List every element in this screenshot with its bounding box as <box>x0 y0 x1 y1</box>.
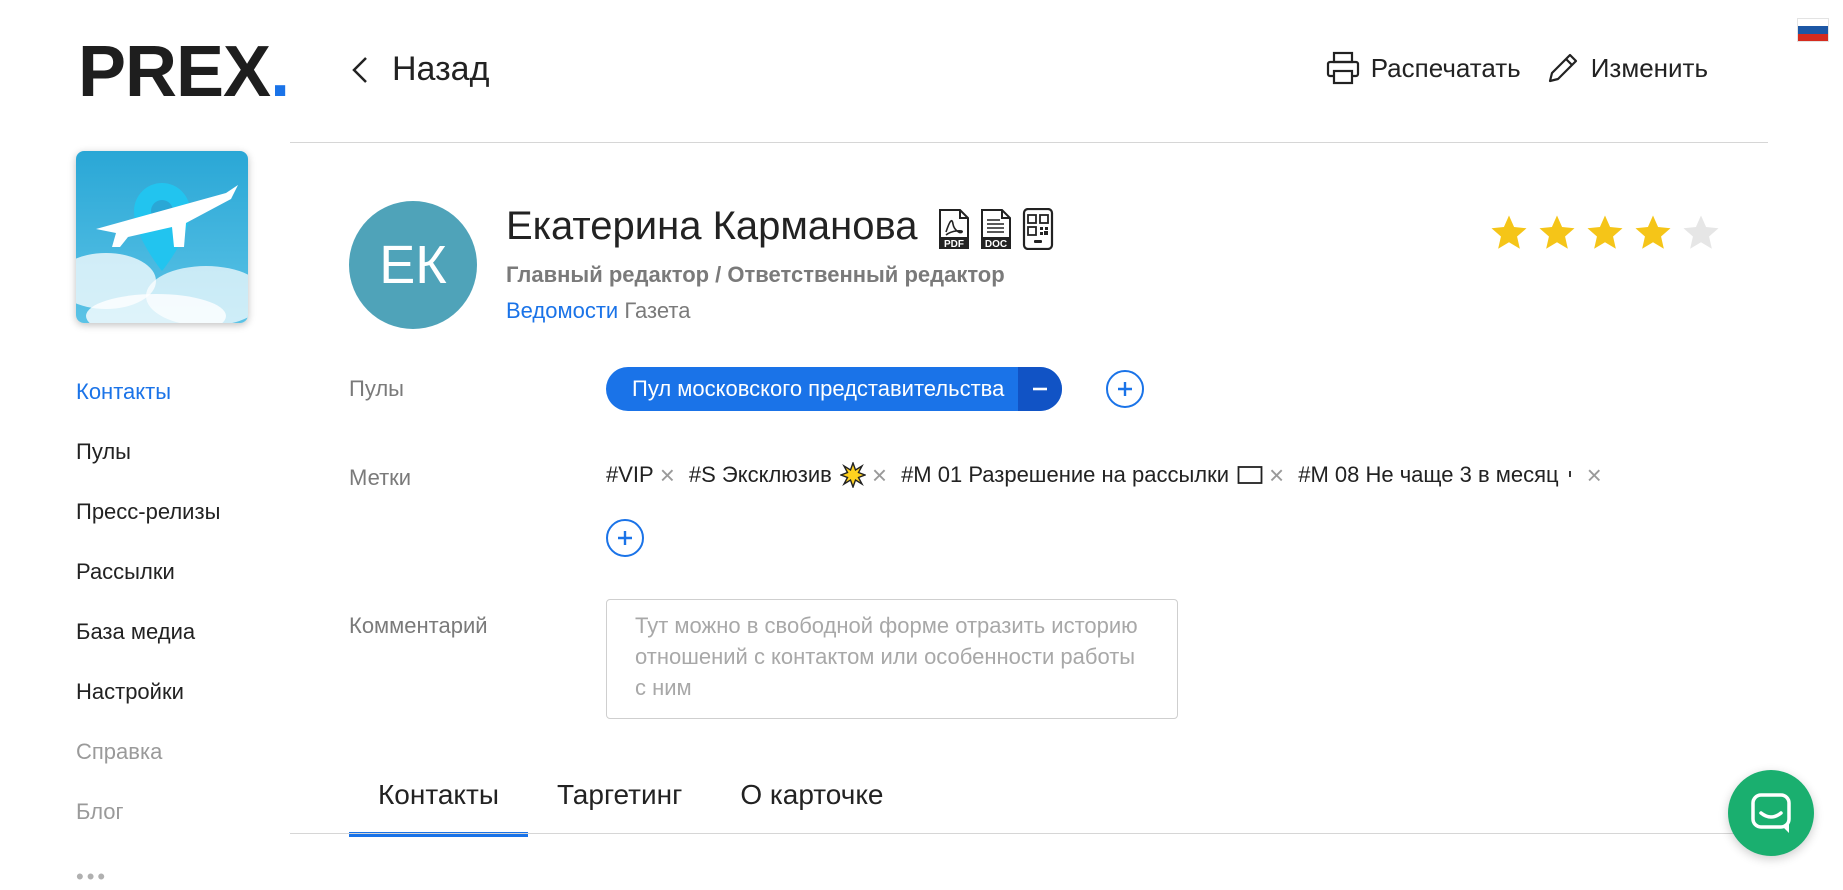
tag-label: #VIP <box>606 462 654 487</box>
print-label: Распечатать <box>1370 52 1521 83</box>
pool-chip[interactable]: Пул московского представительства <box>606 367 1063 411</box>
chat-button[interactable] <box>1728 770 1814 856</box>
back-label: Назад <box>392 50 490 88</box>
sidebar-item-media-base[interactable]: База медиа <box>76 614 296 674</box>
export-icons: PDF DOC <box>938 208 1054 250</box>
envelope-icon <box>1237 465 1263 485</box>
edit-button[interactable]: Изменить <box>1545 50 1708 86</box>
contact-position: Главный редактор / Ответственный редакто… <box>506 262 1005 287</box>
explosion-icon <box>839 462 866 488</box>
avatar: ЕК <box>349 201 477 329</box>
tags-list: #VIP × #S Эксклюзив × #M 01 Разрешение н… <box>606 462 1696 488</box>
sidebar-item-contacts[interactable]: Контакты <box>76 374 296 434</box>
remove-tag-icon[interactable]: × <box>660 462 675 488</box>
comment-label: Комментарий <box>349 613 488 638</box>
remove-tag-icon[interactable]: × <box>872 462 887 488</box>
tags-label: Метки <box>349 465 412 490</box>
remove-tag-icon[interactable]: × <box>1269 462 1284 488</box>
doc-icon[interactable]: DOC <box>980 208 1012 250</box>
more-menu-button[interactable]: ••• <box>76 864 108 890</box>
tab-targeting[interactable]: Таргетинг <box>528 775 711 831</box>
pools-label: Пулы <box>349 376 404 401</box>
star-icon[interactable] <box>1632 212 1674 254</box>
rating-stars <box>1488 212 1722 254</box>
back-button[interactable]: Назад <box>350 50 489 89</box>
qr-code-icon[interactable] <box>1022 208 1054 250</box>
language-flag-icon[interactable] <box>1797 18 1829 42</box>
sidebar-item-blog[interactable]: Блог <box>76 794 296 854</box>
pool-chip-label: Пул московского представительства <box>632 376 1005 401</box>
sidebar-item-help[interactable]: Справка <box>76 734 296 794</box>
contact-name: Екатерина Карманова <box>506 204 918 248</box>
tabs-divider <box>290 833 1738 834</box>
add-pool-button[interactable] <box>1106 370 1144 408</box>
timer-icon <box>1567 465 1581 485</box>
pdf-label: PDF <box>944 239 964 250</box>
sidebar-item-press-releases[interactable]: Пресс-релизы <box>76 494 296 554</box>
logo-text: PREX <box>78 32 271 112</box>
plus-icon <box>1118 382 1132 396</box>
tab-about-card[interactable]: О карточке <box>711 775 912 831</box>
tag-item: #M 08 Не чаще 3 в месяц × <box>1298 462 1602 488</box>
tag-label: #S Эксклюзив <box>688 462 832 487</box>
edit-label: Изменить <box>1590 52 1708 83</box>
tabs: Контакты Таргетинг О карточке <box>349 775 912 837</box>
tag-label: #M 08 Не чаще 3 в месяц <box>1298 462 1559 487</box>
sidebar-item-mailings[interactable]: Рассылки <box>76 554 296 614</box>
tag-label: #M 01 Разрешение на рассылки <box>901 462 1230 487</box>
tag-item: #M 01 Разрешение на рассылки × <box>901 462 1284 488</box>
star-empty-icon[interactable] <box>1680 212 1722 254</box>
organization-type: Газета <box>624 298 691 323</box>
pdf-icon[interactable]: PDF <box>938 208 970 250</box>
star-icon[interactable] <box>1536 212 1578 254</box>
sidebar-item-settings[interactable]: Настройки <box>76 674 296 734</box>
tag-item: #S Эксклюзив × <box>689 462 887 488</box>
plus-icon <box>618 531 632 545</box>
prex-logo[interactable]: PREX. <box>78 36 290 108</box>
tag-item: #VIP × <box>606 462 675 488</box>
remove-tag-icon[interactable]: × <box>1587 462 1602 488</box>
pencil-icon <box>1548 53 1577 83</box>
remove-pool-button[interactable] <box>1018 367 1063 411</box>
logo-dot: . <box>270 32 290 112</box>
tab-contacts[interactable]: Контакты <box>349 775 528 837</box>
star-icon[interactable] <box>1584 212 1626 254</box>
header-divider <box>290 142 1768 143</box>
add-tag-button[interactable] <box>606 519 644 557</box>
star-icon[interactable] <box>1488 212 1530 254</box>
sidebar-nav: Контакты Пулы Пресс-релизы Рассылки База… <box>76 374 296 854</box>
sidebar-item-pools[interactable]: Пулы <box>76 434 296 494</box>
chevron-left-icon <box>352 56 367 83</box>
airplane-location-image <box>76 151 248 323</box>
doc-label: DOC <box>985 239 1007 250</box>
minus-icon <box>1033 387 1048 391</box>
organization-link[interactable]: Ведомости <box>506 298 618 323</box>
comment-field[interactable]: Тут можно в свободной форме отразить ист… <box>606 599 1178 719</box>
header-actions: Распечатать Изменить <box>1301 50 1708 86</box>
chat-icon <box>1751 793 1791 833</box>
printer-icon <box>1326 51 1359 85</box>
contact-organization: Ведомости Газета <box>506 298 690 324</box>
print-button[interactable]: Распечатать <box>1325 50 1521 86</box>
